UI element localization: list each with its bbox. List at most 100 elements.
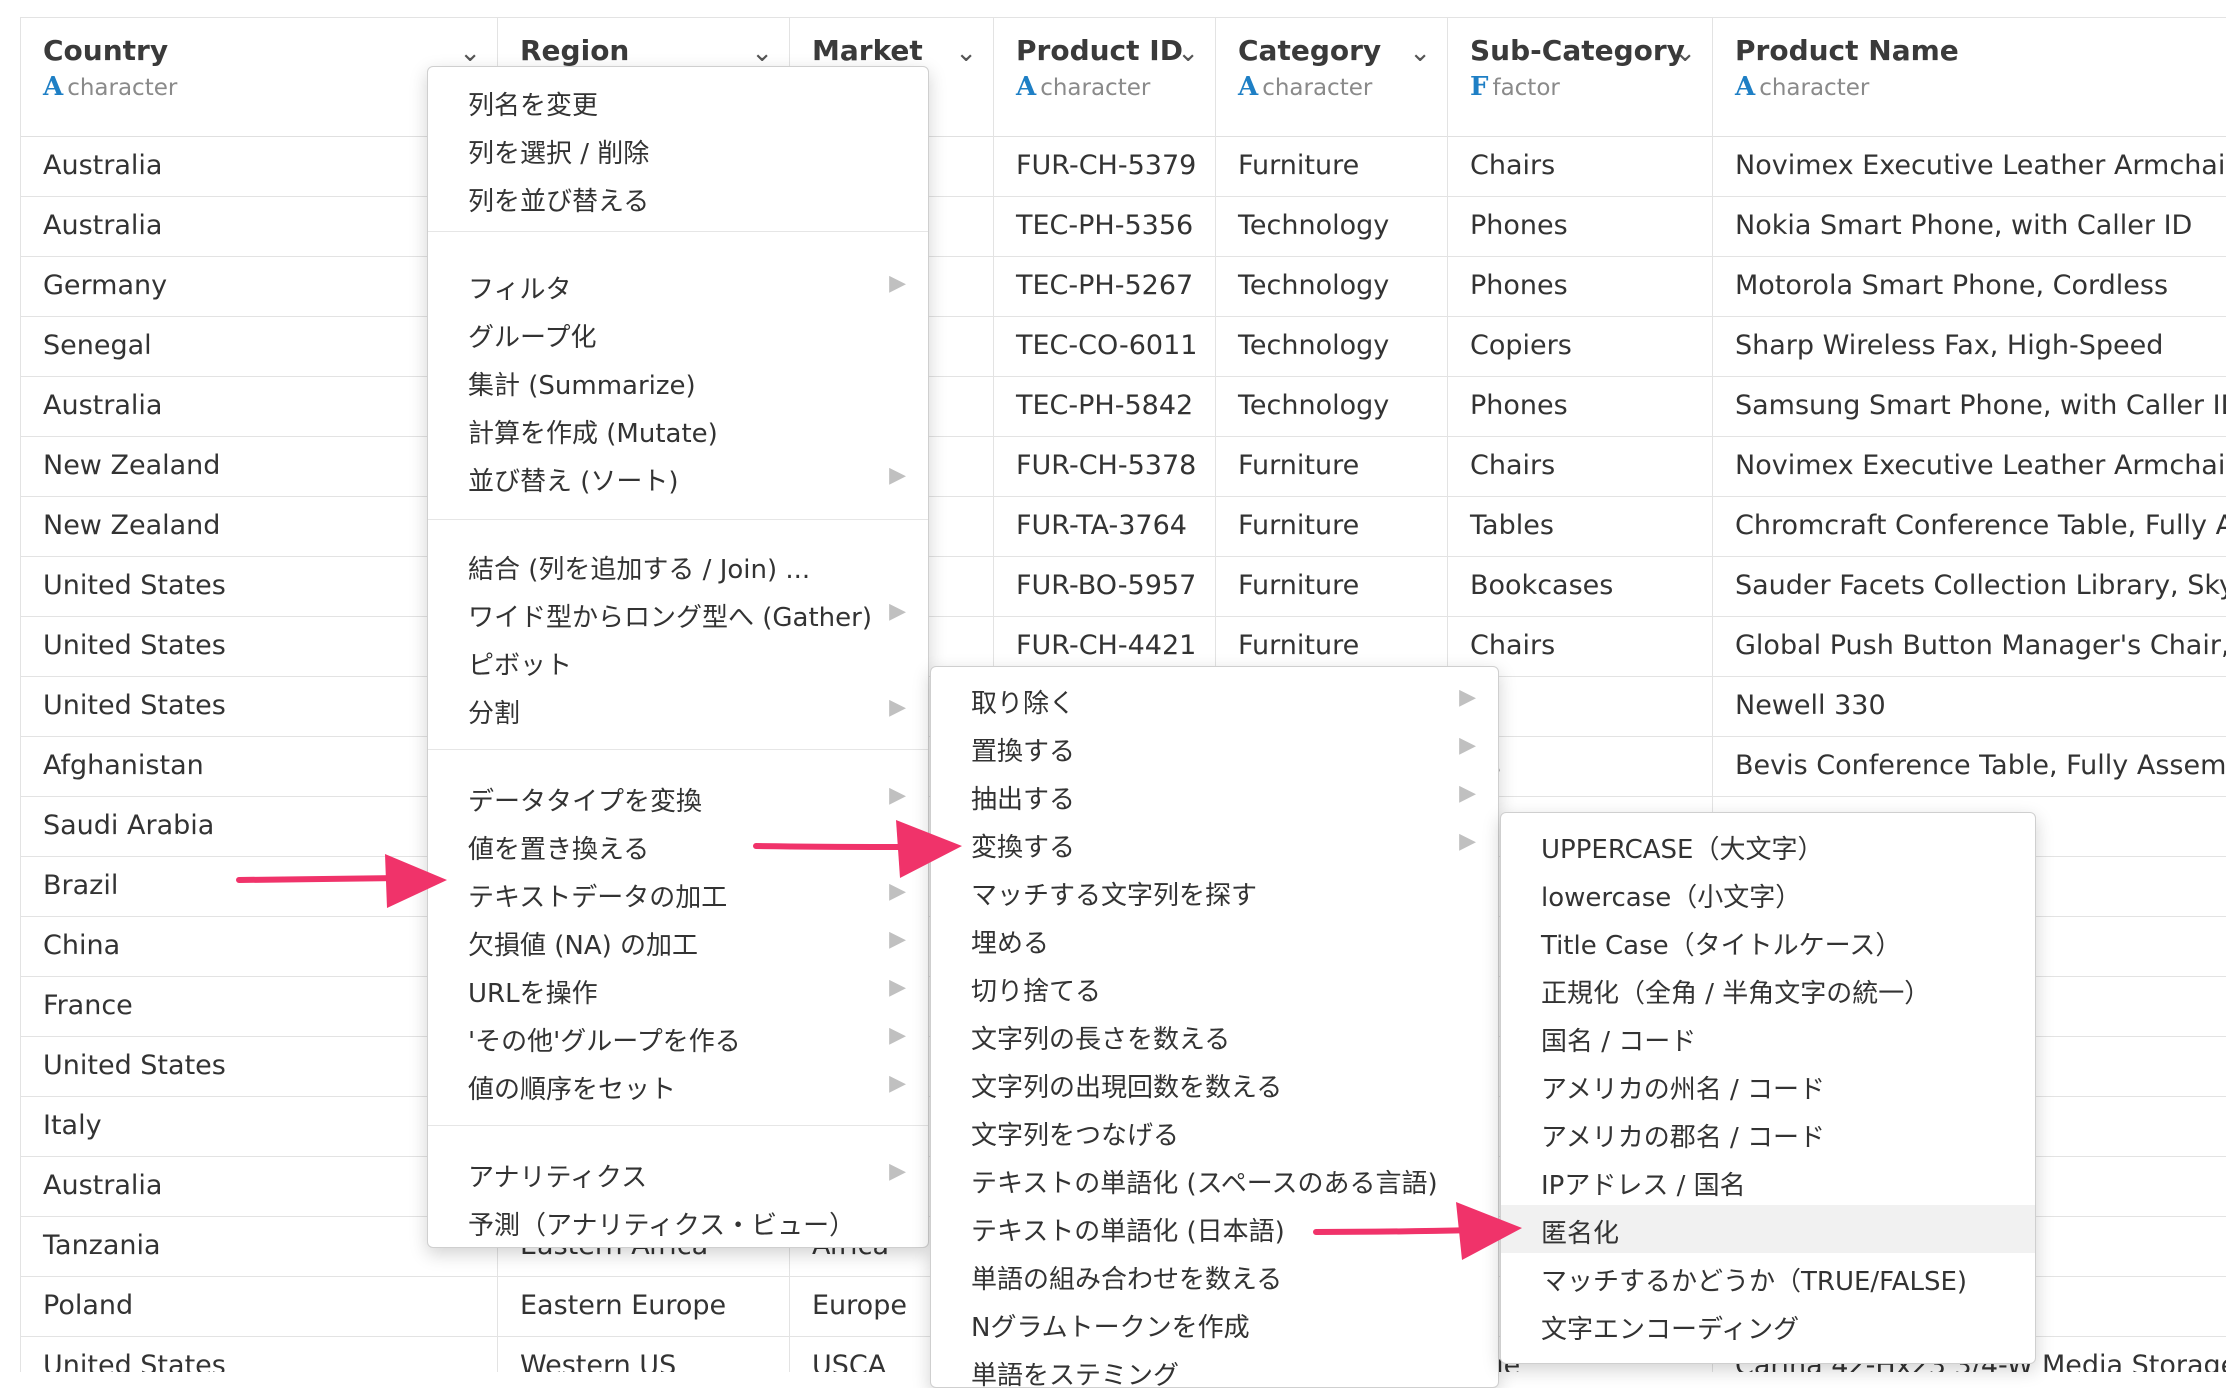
context-menu-item[interactable]: 結合 (列を追加する / Join) ...	[428, 541, 928, 589]
text-submenu-item[interactable]: 置換する ▶	[931, 723, 1498, 771]
column-header-product-name[interactable]: Product Name Acharacter	[1712, 18, 2226, 136]
text-submenu-item[interactable]: 文字列の出現回数を数える	[931, 1059, 1498, 1107]
table-cell[interactable]: Phones	[1447, 196, 1712, 256]
table-cell[interactable]: China	[20, 916, 497, 976]
table-cell[interactable]: Tables	[1447, 496, 1712, 556]
text-submenu-item[interactable]: テキストの単語化 (スペースのある言語)	[931, 1155, 1498, 1203]
table-cell[interactable]: Chromcraft Conference Table, Fully Asser	[1712, 496, 2226, 556]
context-menu-item[interactable]: ピボット	[428, 637, 928, 685]
table-cell[interactable]: Bevis Conference Table, Fully Assembled	[1712, 736, 2226, 796]
table-cell[interactable]: TEC-PH-5356	[993, 196, 1215, 256]
text-submenu-item[interactable]: 単語をステミング	[931, 1347, 1498, 1387]
text-submenu-item[interactable]: 変換する ▶	[931, 819, 1498, 867]
table-cell[interactable]: FUR-CH-5379	[993, 136, 1215, 196]
chevron-down-icon[interactable]: ⌄	[955, 38, 977, 68]
text-submenu-item[interactable]: 取り除く ▶	[931, 675, 1498, 723]
table-cell[interactable]: Bookcases	[1447, 556, 1712, 616]
table-cell[interactable]: Technology	[1215, 256, 1447, 316]
table-cell[interactable]: Senegal	[20, 316, 497, 376]
table-cell[interactable]: Phones	[1447, 256, 1712, 316]
table-cell[interactable]: TEC-CO-6011	[993, 316, 1215, 376]
table-cell[interactable]: Phones	[1447, 376, 1712, 436]
table-cell[interactable]: Australia	[20, 1156, 497, 1216]
table-cell[interactable]: Furniture	[1215, 556, 1447, 616]
table-cell[interactable]: Motorola Smart Phone, Cordless	[1712, 256, 2226, 316]
table-cell[interactable]: FUR-TA-3764	[993, 496, 1215, 556]
context-menu-item[interactable]: 値の順序をセット ▶	[428, 1061, 928, 1109]
table-cell[interactable]: Technology	[1215, 316, 1447, 376]
table-cell[interactable]: Australia	[20, 196, 497, 256]
table-cell[interactable]: Newell 330	[1712, 676, 2226, 736]
chevron-down-icon[interactable]: ⌄	[1177, 38, 1199, 68]
table-cell[interactable]: Sauder Facets Collection Library, Sky Al…	[1712, 556, 2226, 616]
context-menu-item[interactable]: 欠損値 (NA) の加工 ▶	[428, 917, 928, 965]
table-cell[interactable]: Furniture	[1215, 136, 1447, 196]
context-menu-item[interactable]: 列を選択 / 削除	[428, 125, 928, 173]
transform-submenu-item[interactable]: 国名 / コード	[1501, 1013, 2035, 1061]
context-menu-item[interactable]: 'その他'グループを作る ▶	[428, 1013, 928, 1061]
table-cell[interactable]: FUR-CH-5378	[993, 436, 1215, 496]
table-cell[interactable]: United States	[20, 556, 497, 616]
table-cell[interactable]: Technology	[1215, 196, 1447, 256]
text-submenu-item[interactable]: 文字列の長さを数える	[931, 1011, 1498, 1059]
context-menu-item[interactable]: 集計 (Summarize)	[428, 357, 928, 405]
transform-submenu-item[interactable]: 匿名化	[1501, 1205, 2035, 1253]
table-cell[interactable]: Global Push Button Manager's Chair, Indi	[1712, 616, 2226, 676]
text-submenu-item[interactable]: 文字列をつなげる	[931, 1107, 1498, 1155]
table-cell[interactable]: Eastern Europe	[497, 1276, 789, 1336]
context-menu-item[interactable]: アナリティクス ▶	[428, 1149, 928, 1197]
table-cell[interactable]: United States	[20, 1336, 497, 1372]
table-row[interactable]: Germany TEC-PH-5267 Technology Phones Motoro…	[20, 256, 2226, 317]
context-menu-item[interactable]: URLを操作 ▶	[428, 965, 928, 1013]
transform-submenu-item[interactable]: マッチするかどうか（TRUE/FALSE)	[1501, 1253, 2035, 1301]
transform-submenu-item[interactable]: UPPERCASE（大文字）	[1501, 821, 2035, 869]
table-row[interactable]: Australia TEC-PH-5842 Technology Phones Sams…	[20, 376, 2226, 437]
context-menu-item[interactable]: 予測（アナリティクス・ビュー）	[428, 1197, 928, 1245]
table-row[interactable]: United States FUR-BO-5957 Furniture Bookcas…	[20, 556, 2226, 617]
table-cell[interactable]: New Zealand	[20, 436, 497, 496]
table-cell[interactable]: United States	[20, 1036, 497, 1096]
table-cell[interactable]: Furniture	[1215, 496, 1447, 556]
table-cell[interactable]: Chairs	[1447, 136, 1712, 196]
transform-submenu-item[interactable]: 文字エンコーディング	[1501, 1301, 2035, 1349]
chevron-down-icon[interactable]: ⌄	[751, 38, 773, 68]
table-cell[interactable]: Nokia Smart Phone, with Caller ID	[1712, 196, 2226, 256]
transform-submenu-item[interactable]: Title Case（タイトルケース）	[1501, 917, 2035, 965]
column-header-sub-category[interactable]: Sub-Category Ffactor ⌄	[1447, 18, 1712, 136]
context-menu-item[interactable]: 並び替え (ソート) ▶	[428, 453, 928, 501]
table-cell[interactable]: TEC-PH-5842	[993, 376, 1215, 436]
context-menu-item[interactable]: 分割 ▶	[428, 685, 928, 733]
chevron-down-icon[interactable]: ⌄	[1409, 38, 1431, 68]
chevron-down-icon[interactable]: ⌄	[459, 38, 481, 68]
column-header-country[interactable]: Country Acharacter ⌄	[20, 18, 497, 136]
table-cell[interactable]: Novimex Executive Leather Armchair, Adj	[1712, 436, 2226, 496]
table-cell[interactable]: Tanzania	[20, 1216, 497, 1276]
transform-submenu-item[interactable]: IPアドレス / 国名	[1501, 1157, 2035, 1205]
table-cell[interactable]: Copiers	[1447, 316, 1712, 376]
table-cell[interactable]: Chairs	[1447, 436, 1712, 496]
column-header-category[interactable]: Category Acharacter ⌄	[1215, 18, 1447, 136]
transform-submenu-item[interactable]: アメリカの郡名 / コード	[1501, 1109, 2035, 1157]
table-row[interactable]: New Zealand FUR-CH-5378 Furniture Chairs Nov…	[20, 436, 2226, 497]
table-row[interactable]: Senegal TEC-CO-6011 Technology Copiers Sharp…	[20, 316, 2226, 377]
table-row[interactable]: Australia FUR-CH-5379 Furniture Chairs Novim…	[20, 136, 2226, 197]
table-cell[interactable]: Technology	[1215, 376, 1447, 436]
context-menu-item[interactable]: 計算を作成 (Mutate)	[428, 405, 928, 453]
table-cell[interactable]: United States	[20, 616, 497, 676]
context-menu-item[interactable]: ワイド型からロング型へ (Gather) ▶	[428, 589, 928, 637]
text-submenu-item[interactable]: 埋める	[931, 915, 1498, 963]
table-cell[interactable]: Afghanistan	[20, 736, 497, 796]
chevron-down-icon[interactable]: ⌄	[1674, 38, 1696, 68]
table-cell[interactable]: Australia	[20, 136, 497, 196]
table-cell[interactable]: Novimex Executive Leather Armchair, Bla	[1712, 136, 2226, 196]
table-cell[interactable]: Poland	[20, 1276, 497, 1336]
table-cell[interactable]: Sharp Wireless Fax, High-Speed	[1712, 316, 2226, 376]
table-cell[interactable]: Furniture	[1215, 436, 1447, 496]
table-row[interactable]: Australia TEC-PH-5356 Technology Phones Noki…	[20, 196, 2226, 257]
column-header-product-id[interactable]: Product ID Acharacter ⌄	[993, 18, 1215, 136]
transform-submenu-item[interactable]: アメリカの州名 / コード	[1501, 1061, 2035, 1109]
table-cell[interactable]: United States	[20, 676, 497, 736]
table-cell[interactable]: New Zealand	[20, 496, 497, 556]
text-submenu-item[interactable]: 抽出する ▶	[931, 771, 1498, 819]
context-menu-item[interactable]: フィルタ ▶	[428, 261, 928, 309]
